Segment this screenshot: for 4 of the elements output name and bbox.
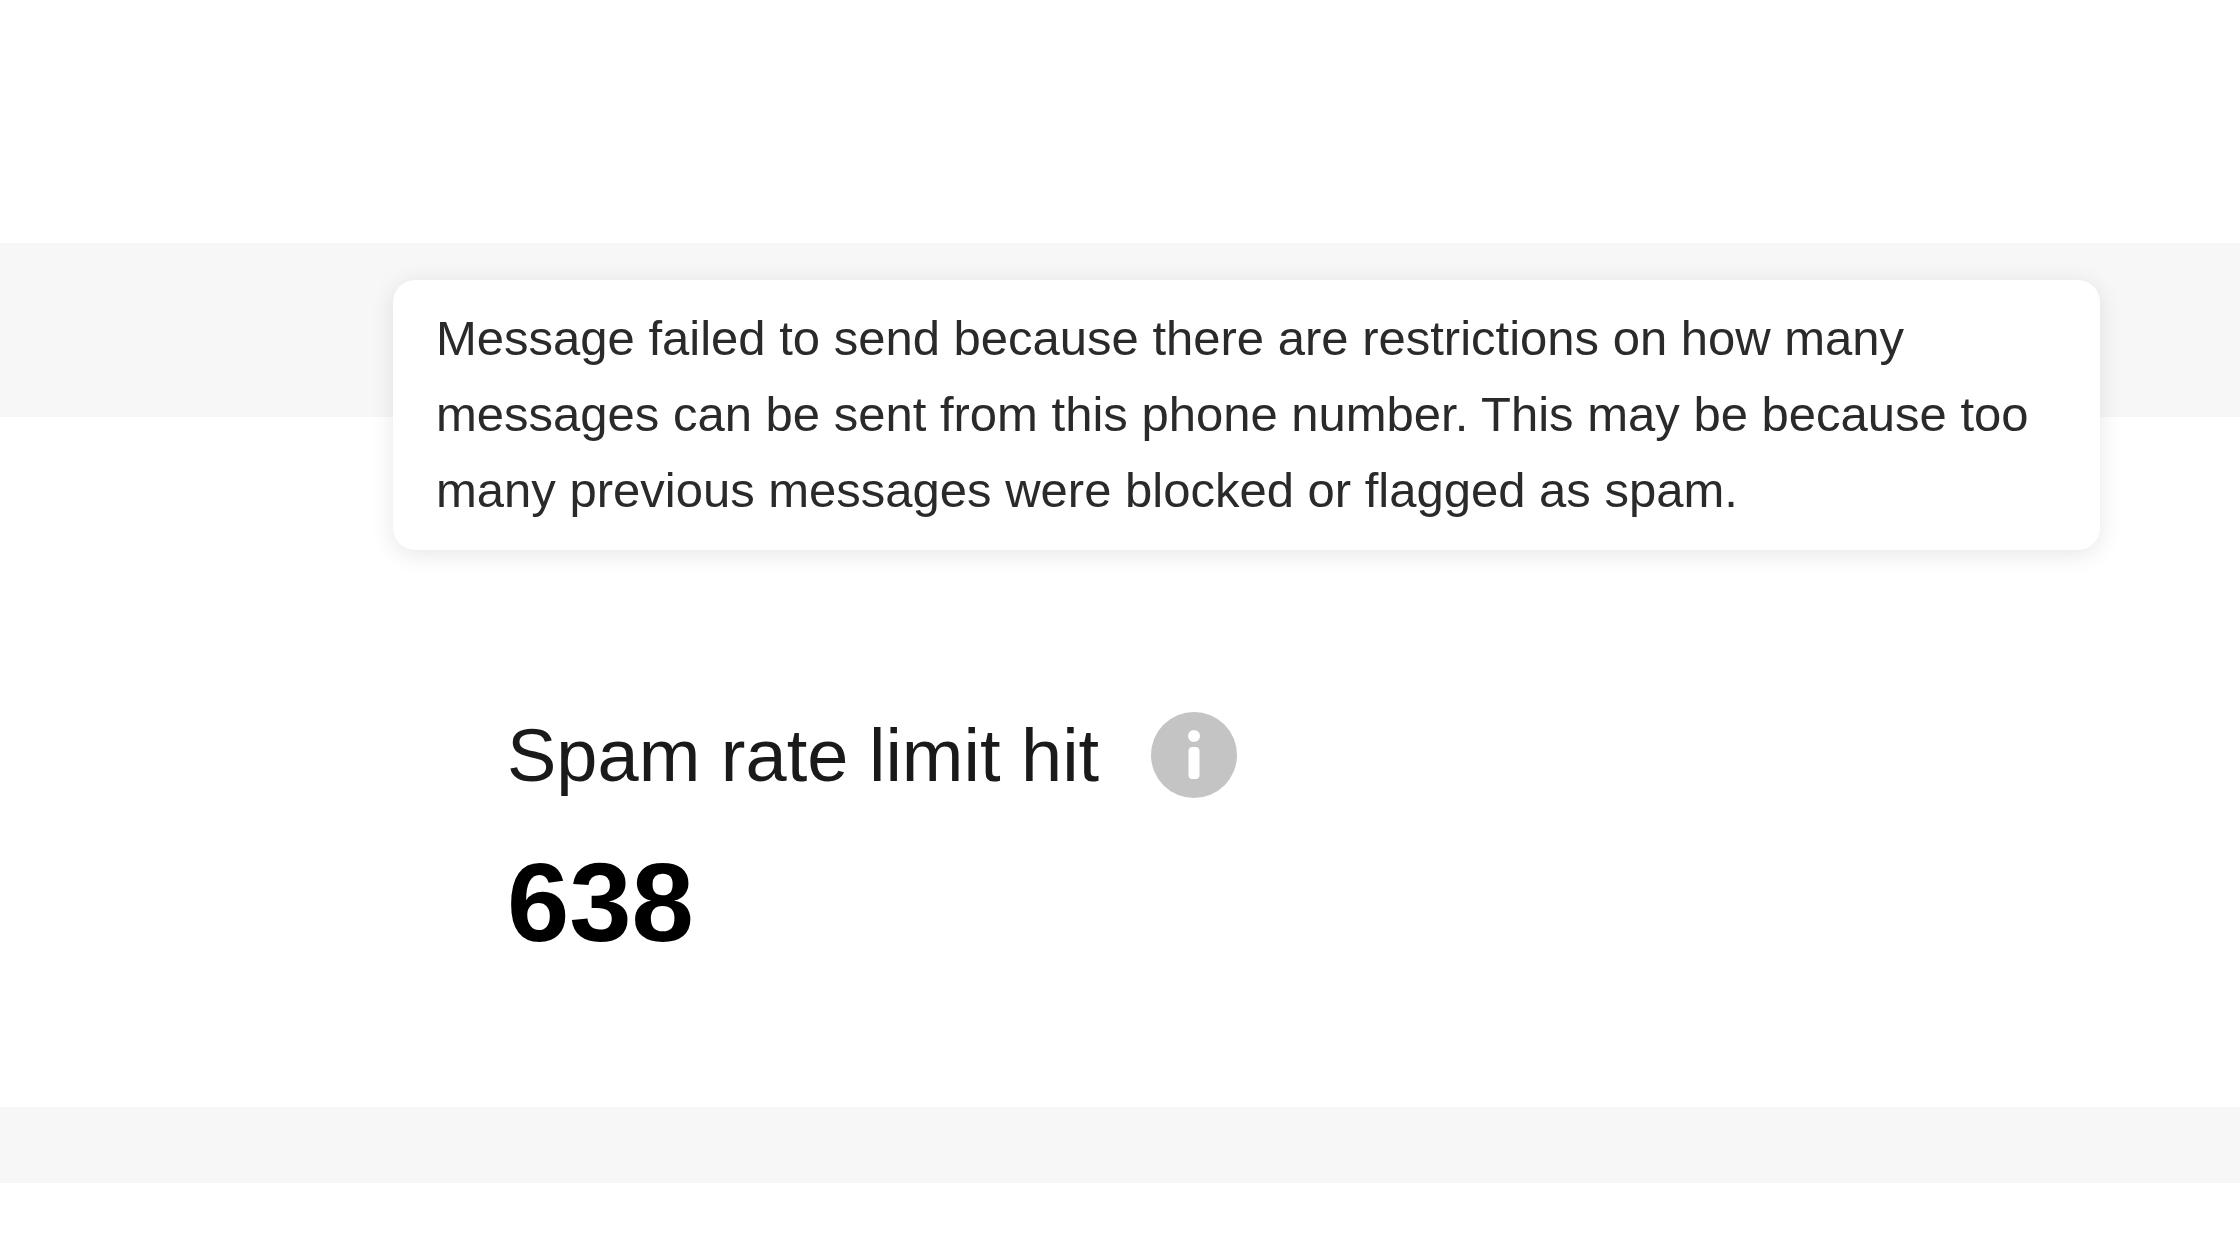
tooltip: Message failed to send because there are restrictions on how many messages can be sent from this phone number. This may be because too many previous messages were blocked or flagged as spam. — [393, 280, 2100, 550]
stat-value: 638 — [507, 839, 695, 967]
info-icon[interactable] — [1151, 712, 1238, 798]
stat-label: Spam rate limit hit — [507, 712, 1100, 798]
